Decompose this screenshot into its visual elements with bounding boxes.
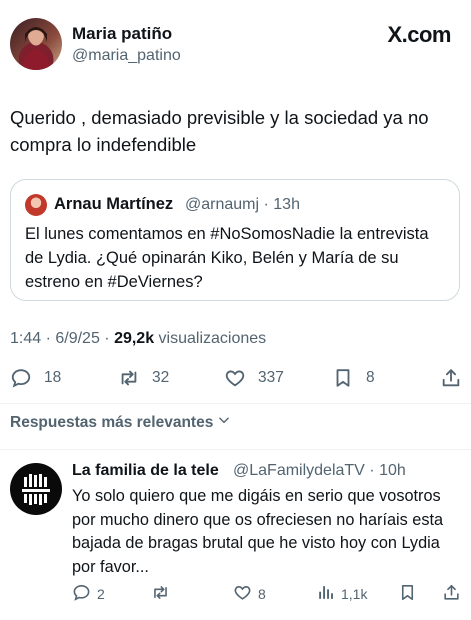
retweet-button[interactable]: 32 [118,360,169,396]
quoted-tweet-card[interactable]: Arnau Martínez @arnaumj · 13h El lunes c… [10,179,460,301]
tweet-header: Maria patiño @maria_patino X.com [0,0,471,90]
divider [0,449,471,450]
quoted-author-name: Arnau Martínez [54,195,174,213]
chevron-down-icon [213,413,231,432]
tweet-text: Querido , demasiado previsible y la soci… [10,107,429,155]
share-button[interactable] [440,360,462,396]
bookmark-icon [398,583,417,605]
reply-like-count: 8 [258,586,266,602]
reply-author-name[interactable]: La familia de la tele [72,462,219,480]
views-icon [316,583,335,605]
reply-reply-button[interactable]: 2 [72,582,105,606]
reply-like-button[interactable]: 8 [233,582,266,606]
reply-retweet-button[interactable] [151,582,176,606]
share-icon [440,367,462,389]
reply-icon [10,367,32,389]
bookmark-button[interactable]: 8 [332,360,375,396]
heart-icon [224,367,246,389]
heart-icon [233,583,252,605]
bookmark-icon [332,367,354,389]
views-count: 29,2k [114,330,155,347]
views-label: visualizaciones [154,330,267,347]
reply-author-avatar[interactable] [10,463,62,515]
reply-views-count: 1,1k [341,586,368,602]
share-icon [442,583,461,605]
tweet-page: Maria patiño @maria_patino X.com Querido… [0,0,471,620]
tweet-meta: 1:44 · 6/9/25 · 29,2k visualizaciones [10,330,266,348]
author-avatar[interactable] [10,18,62,70]
author-handle[interactable]: @maria_patino [72,47,181,65]
reply-count: 18 [44,369,62,386]
retweet-icon [151,583,170,605]
replies-sort-label: Respuestas más relevantes [10,413,214,431]
tweet-action-bar: 18 32 337 8 [0,360,471,396]
divider [0,403,471,404]
reply-author-handle[interactable]: @LaFamilydelaTV · 10h [233,462,406,480]
reply-reply-count: 2 [97,586,105,602]
like-count: 337 [258,369,284,386]
reply-text: Yo solo quiero que me digáis en serio qu… [72,487,444,576]
reply-action-bar: 2 8 1,1k [0,582,471,606]
tweet-datetime[interactable]: 1:44 · 6/9/25 · [10,330,114,347]
reply-share-button[interactable] [442,582,461,606]
bookmark-count: 8 [366,369,375,386]
reply-button[interactable]: 18 [10,360,61,396]
retweet-icon [118,367,140,389]
quoted-author-avatar [25,194,47,216]
reply-bookmark-button[interactable] [398,582,417,606]
retweet-count: 32 [152,369,170,386]
reply-views-button[interactable]: 1,1k [316,582,367,606]
replies-sort-selector[interactable]: Respuestas más relevantes [10,413,231,432]
reply-icon [72,583,91,605]
site-logo: X.com [387,22,451,47]
quoted-tweet-text: El lunes comentamos en #NoSomosNadie la … [25,225,429,291]
quoted-author-handle: @arnaumj · 13h [185,196,300,213]
author-name[interactable]: Maria patiño [72,24,172,44]
like-button[interactable]: 337 [224,360,284,396]
